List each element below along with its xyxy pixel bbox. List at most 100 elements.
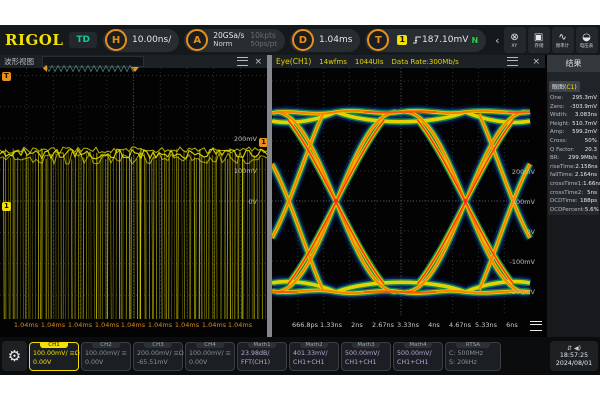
channel3-box[interactable]: CH3 200.00mV/ ≡Ω -65.51mV bbox=[133, 342, 183, 371]
results-tab-eye-c1[interactable]: 眼图(C1) bbox=[549, 81, 580, 92]
result-row: DCDPercent: 5.6% bbox=[548, 206, 599, 215]
result-label: DCDTime: bbox=[550, 197, 578, 206]
channel4-tab: CH4 bbox=[196, 342, 224, 349]
voltage-label: 200mV bbox=[512, 168, 535, 176]
waveform-close-icon[interactable]: × bbox=[254, 57, 262, 67]
time-label: 1.04ms bbox=[65, 321, 95, 329]
math1-box[interactable]: Math1 23.98dB/ FFT(CH1) bbox=[237, 342, 287, 371]
result-label: fallTime: bbox=[550, 171, 574, 180]
top-toolbar: RIGOL TD H 10.00ns/ A 20GSa/s Norm 10kpt… bbox=[0, 25, 600, 56]
result-label: Q Factor: bbox=[550, 146, 575, 155]
dc-coupling-icon: ≡ bbox=[226, 350, 231, 357]
trigger-level-value: 187.10mV bbox=[422, 35, 468, 45]
math3-box[interactable]: Math3 500.00mV/ CH1+CH1 bbox=[341, 342, 391, 371]
app-label: 频率计 bbox=[556, 43, 570, 48]
result-label: crossTime1: bbox=[550, 180, 583, 189]
result-value: 295.3mV bbox=[572, 94, 597, 103]
result-row: DCDTime: 188ps bbox=[548, 197, 599, 206]
acquisition-knob-icon: A bbox=[186, 29, 208, 51]
trigger-source-badge: 1 bbox=[397, 35, 407, 45]
result-value: -303.9mV bbox=[570, 103, 597, 112]
trigger-edge-icon bbox=[412, 35, 422, 45]
result-value: 2.158ns bbox=[575, 163, 597, 172]
delay-value: 1.04ms bbox=[319, 35, 353, 45]
channel1-box[interactable]: CH1 100.00mV/ ≡Ω 0.00V bbox=[29, 342, 79, 371]
math2-box[interactable]: Math2 401.33mV/ CH1+CH1 bbox=[289, 342, 339, 371]
eye-ui-count: 1044UIs bbox=[355, 58, 384, 66]
app-glyph-icon: ▣ bbox=[534, 32, 543, 43]
waveform-menu-icon[interactable] bbox=[237, 57, 248, 66]
result-label: Amp: bbox=[550, 128, 564, 137]
result-row: Zero: -303.9mV bbox=[548, 103, 599, 112]
results-list: One: 295.3mV Zero: -303.9mV Width: 3.083… bbox=[548, 93, 599, 215]
result-row: Q Factor: 20.3 bbox=[548, 146, 599, 155]
result-label: One: bbox=[550, 94, 563, 103]
time-label: 1.04ms bbox=[172, 321, 202, 329]
channel3-tab: CH3 bbox=[144, 342, 172, 349]
channel2-tab: CH2 bbox=[92, 342, 120, 349]
voltage-label: 100mV bbox=[512, 198, 535, 206]
clock-box[interactable]: ⇵ ◀) 18:57:25 2024/08/01 bbox=[550, 341, 598, 371]
eye-menu-icon[interactable] bbox=[507, 57, 518, 66]
eye-close-icon[interactable]: × bbox=[532, 57, 540, 67]
math4-box[interactable]: Math4 500.00mV/ CH1+CH1 bbox=[393, 342, 443, 371]
app-glyph-icon: ⊗ bbox=[510, 32, 518, 43]
time-label: 1.04ms bbox=[11, 321, 41, 329]
impedance-icon: Ω bbox=[75, 350, 80, 357]
result-row: Amp: 599.2mV bbox=[548, 128, 599, 137]
time-label: 1.04ms bbox=[145, 321, 175, 329]
app-glyph-icon: ◒ bbox=[582, 32, 591, 43]
toolbar-app-icon[interactable]: ⊗ XY bbox=[504, 27, 526, 53]
math1-tab: Math1 bbox=[248, 342, 276, 349]
trigger-control[interactable]: T 1 187.10mV N bbox=[365, 29, 486, 52]
result-row: crossTime2: 5ns bbox=[548, 189, 599, 198]
toolbar-app-icon[interactable]: ∿ 频率计 bbox=[552, 27, 574, 53]
time-label: 6ns bbox=[497, 321, 527, 329]
clock-date: 2024/08/01 bbox=[556, 360, 592, 368]
horizontal-scale-control[interactable]: H 10.00ns/ bbox=[103, 29, 179, 52]
beeper-icon: ◀) bbox=[574, 345, 581, 352]
voltage-label: 0V bbox=[248, 198, 257, 206]
result-label: DCDPercent: bbox=[550, 206, 585, 215]
collapse-left-icon[interactable]: ‹ bbox=[495, 34, 499, 47]
app-label: XY bbox=[512, 43, 518, 48]
waveform-plot bbox=[0, 68, 267, 319]
main-area: 波形视图 × 200mV100mV0V T 1 1 1.04ms1.04ms1.… bbox=[0, 55, 600, 337]
results-title: 结果 bbox=[547, 55, 600, 72]
impedance-icon: Ω bbox=[179, 350, 184, 357]
result-value: 20.3 bbox=[585, 146, 597, 155]
channel1-ground-badge[interactable]: 1 bbox=[2, 202, 11, 211]
result-value: 299.9Mb/s bbox=[568, 154, 597, 163]
toolbar-app-icon[interactable]: ▣ 存储 bbox=[528, 27, 550, 53]
clock-time: 18:57:25 bbox=[560, 352, 588, 360]
results-tab-row: 眼图(C1) bbox=[547, 72, 600, 93]
trigger-status-indicator: TD bbox=[69, 32, 97, 48]
time-label: 1.04ms bbox=[118, 321, 148, 329]
app-label: 存储 bbox=[534, 43, 543, 48]
waveform-overview-timeline[interactable] bbox=[42, 56, 144, 67]
eye-data-rate: Data Rate:300Mb/s bbox=[392, 58, 459, 66]
math3-tab: Math3 bbox=[352, 342, 380, 349]
acquisition-mode: Norm bbox=[213, 40, 244, 48]
settings-gear-icon[interactable]: ⚙ bbox=[2, 341, 27, 371]
channel2-box[interactable]: CH2 100.00mV/ ≡ 0.00V bbox=[81, 342, 131, 371]
result-value: 188ps bbox=[580, 197, 597, 206]
toolbar-app-icons: ⊗ XY ▣ 存储 ∿ 频率计 ◒ 电压表 ⋈ 眼图 ≣ 解码 ◉ 波形录制 bbox=[504, 27, 600, 53]
result-row: riseTime: 2.158ns bbox=[548, 163, 599, 172]
eye-diagram-panel: Eye(CH1) 14wfms 1044UIs Data Rate:300Mb/… bbox=[272, 55, 545, 337]
toolbar-app-icon[interactable]: ◒ 电压表 bbox=[576, 27, 598, 53]
result-value: 5.6% bbox=[585, 206, 599, 215]
math4-tab: Math4 bbox=[404, 342, 432, 349]
voltage-label: 100mV bbox=[234, 167, 257, 175]
delay-control[interactable]: D 1.04ms bbox=[290, 29, 361, 52]
result-row: One: 295.3mV bbox=[548, 94, 599, 103]
rtsa-box[interactable]: RTSA C: 500MHz S: 20kHz bbox=[445, 342, 501, 371]
eye-waveform-count: 14wfms bbox=[319, 58, 347, 66]
acquisition-control[interactable]: A 20GSa/s Norm 10kpts 50ps/pt bbox=[184, 29, 285, 52]
sample-resolution: 50ps/pt bbox=[250, 40, 277, 48]
result-label: Width: bbox=[550, 111, 568, 120]
channel4-box[interactable]: CH4 100.00mV/ ≡ 0.00V bbox=[185, 342, 235, 371]
result-value: 1.66ns bbox=[583, 180, 600, 189]
eye-results-menu-icon[interactable] bbox=[530, 321, 542, 331]
trigger-time-badge[interactable]: T bbox=[2, 72, 11, 81]
